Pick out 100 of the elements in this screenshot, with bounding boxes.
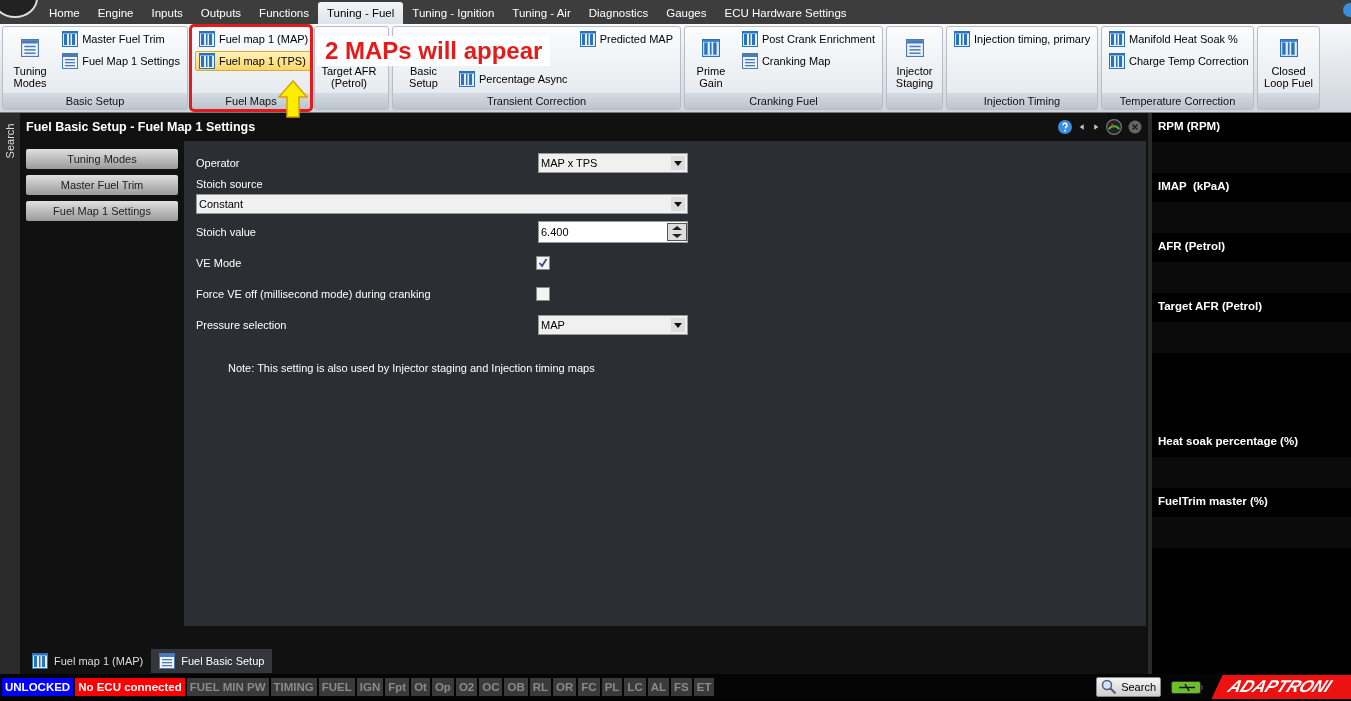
group-footer [1258, 93, 1319, 109]
search-button[interactable]: Search [1096, 677, 1161, 697]
status-indicator: FS [671, 678, 692, 696]
menu-tab[interactable]: Tuning - Fuel [317, 2, 404, 24]
ribbon-button[interactable]: Fuel Map 1 Settings [58, 51, 184, 71]
status-indicator: LC [624, 678, 646, 696]
status-indicator: FUEL MIN PW [186, 678, 269, 696]
group-label: Cranking Fuel [685, 93, 882, 109]
table-icon [1279, 39, 1298, 57]
menu-tab[interactable]: Engine [88, 2, 143, 24]
table-icon [458, 71, 475, 87]
group-label: Transient Correction [393, 93, 680, 109]
status-indicator: Fpt [385, 678, 410, 696]
status-indicator: No ECU connected [75, 678, 185, 696]
side-tab[interactable]: Search [0, 113, 20, 674]
group-label: Temperature Correction [1102, 93, 1253, 109]
field-label: Stoich value [196, 225, 256, 238]
dropdown[interactable]: MAP [538, 314, 688, 335]
battery-icon [1171, 680, 1203, 694]
menu-tab[interactable]: Diagnostics [579, 2, 658, 24]
search-icon [1101, 679, 1118, 695]
ribbon-button[interactable]: Tuning Modes [6, 29, 55, 91]
field-label: Operator [196, 156, 240, 169]
status-indicator: ET [693, 678, 715, 696]
menu-tab[interactable]: Inputs [142, 2, 192, 24]
ribbon-button[interactable]: Charge Temp Correction [1105, 51, 1253, 71]
ribbon-button[interactable]: Prime Gain [688, 29, 734, 91]
status-indicator: FUEL [318, 678, 355, 696]
field-label: Force VE off (millisecond mode) during cranking [196, 287, 431, 300]
nav-button[interactable]: Master Fuel Trim [26, 175, 178, 195]
help-icon[interactable] [1058, 120, 1072, 134]
status-indicator: PL [601, 678, 623, 696]
table-icon [954, 31, 970, 47]
gauge-icon[interactable] [1106, 119, 1122, 135]
ribbon-button[interactable]: Injector Staging [890, 29, 939, 91]
field-label: Pressure selection [196, 318, 287, 331]
spinner-icon[interactable] [667, 222, 687, 241]
menu-tab[interactable]: Gauges [657, 2, 716, 24]
dropdown[interactable]: Constant [196, 194, 688, 214]
ribbon-button[interactable]: Cranking Map [737, 51, 879, 71]
table-icon [62, 31, 79, 47]
nav-button[interactable]: Fuel Map 1 Settings [26, 201, 178, 221]
status-indicator: TIMING [270, 678, 317, 696]
status-indicator: OC [479, 678, 503, 696]
close-icon[interactable] [1128, 120, 1142, 134]
menu-tab[interactable]: Tuning - Air [503, 2, 580, 24]
status-indicator: OR [553, 678, 577, 696]
field-label: Stoich source [196, 178, 264, 190]
menu-tab[interactable]: Functions [250, 2, 318, 24]
menu-tab[interactable]: Tuning - Ignition [403, 2, 504, 24]
up-arrow-icon [278, 80, 308, 118]
table-icon [579, 31, 596, 47]
checkbox[interactable] [536, 286, 550, 301]
ribbon-button[interactable]: Basic Setup [396, 65, 451, 91]
ribbon-button[interactable]: Injection timing, primary [950, 29, 1095, 49]
table-icon [199, 31, 215, 47]
status-indicator: Op [431, 678, 454, 696]
ribbon-button[interactable]: Manifold Heat Soak % [1105, 29, 1253, 49]
table-icon [741, 31, 758, 47]
note-text: Note: This setting is also used by Injector staging and Injection timing maps [228, 362, 596, 374]
status-indicator: AL [647, 678, 670, 696]
status-indicator: FC [578, 678, 600, 696]
menu-tab[interactable]: Outputs [191, 2, 251, 24]
field-label: VE Mode [196, 256, 242, 269]
status-indicator: IGN [356, 678, 384, 696]
checkbox[interactable] [536, 255, 550, 270]
table-icon [1109, 31, 1125, 47]
number-field[interactable]: 6.400 [538, 220, 688, 243]
document-tab[interactable]: Fuel Basic Setup [151, 649, 273, 673]
ribbon-button[interactable]: Target AFR (Petrol) [318, 65, 380, 91]
list-icon [741, 53, 758, 69]
ribbon-button[interactable]: Closed Loop Fuel [1261, 29, 1316, 91]
list-icon [159, 653, 176, 669]
brand-logo: ADAPTRONI [1211, 675, 1351, 699]
ribbon-button[interactable]: Predicted MAP [575, 29, 677, 49]
annotation-label: 2 MAPs will appear [317, 36, 551, 66]
table-icon [701, 39, 720, 57]
document-tab[interactable]: Fuel map 1 (MAP) [24, 649, 152, 673]
table-icon [199, 53, 215, 69]
status-indicator: Ot [411, 678, 430, 696]
table-icon [1109, 53, 1125, 69]
dropdown[interactable]: MAP x TPS [538, 152, 688, 173]
menu-tab[interactable]: ECU Hardware Settings [715, 2, 856, 24]
ribbon-button[interactable]: Fuel map 1 (TPS) [195, 51, 313, 71]
ribbon-button[interactable]: Percentage Async [454, 69, 572, 89]
group-label: Injection Timing [947, 93, 1097, 109]
status-indicator: O2 [455, 678, 478, 696]
status-indicator: RL [529, 678, 552, 696]
list-icon [62, 53, 79, 69]
document-title: Fuel Basic Setup - Fuel Map 1 Settings [26, 120, 256, 134]
menu-tab[interactable]: Home [40, 2, 89, 24]
ribbon-button[interactable]: Master Fuel Trim [58, 29, 184, 49]
table-icon [32, 653, 48, 669]
ribbon-button[interactable]: Post Crank Enrichment [737, 29, 879, 49]
list-icon [21, 39, 40, 57]
nav-button[interactable]: Tuning Modes [26, 149, 178, 169]
status-indicator: OB [504, 678, 528, 696]
status-indicator: UNLOCKED [2, 678, 74, 696]
ribbon-button[interactable]: Fuel map 1 (MAP) [195, 29, 313, 49]
group-footer [887, 93, 942, 109]
